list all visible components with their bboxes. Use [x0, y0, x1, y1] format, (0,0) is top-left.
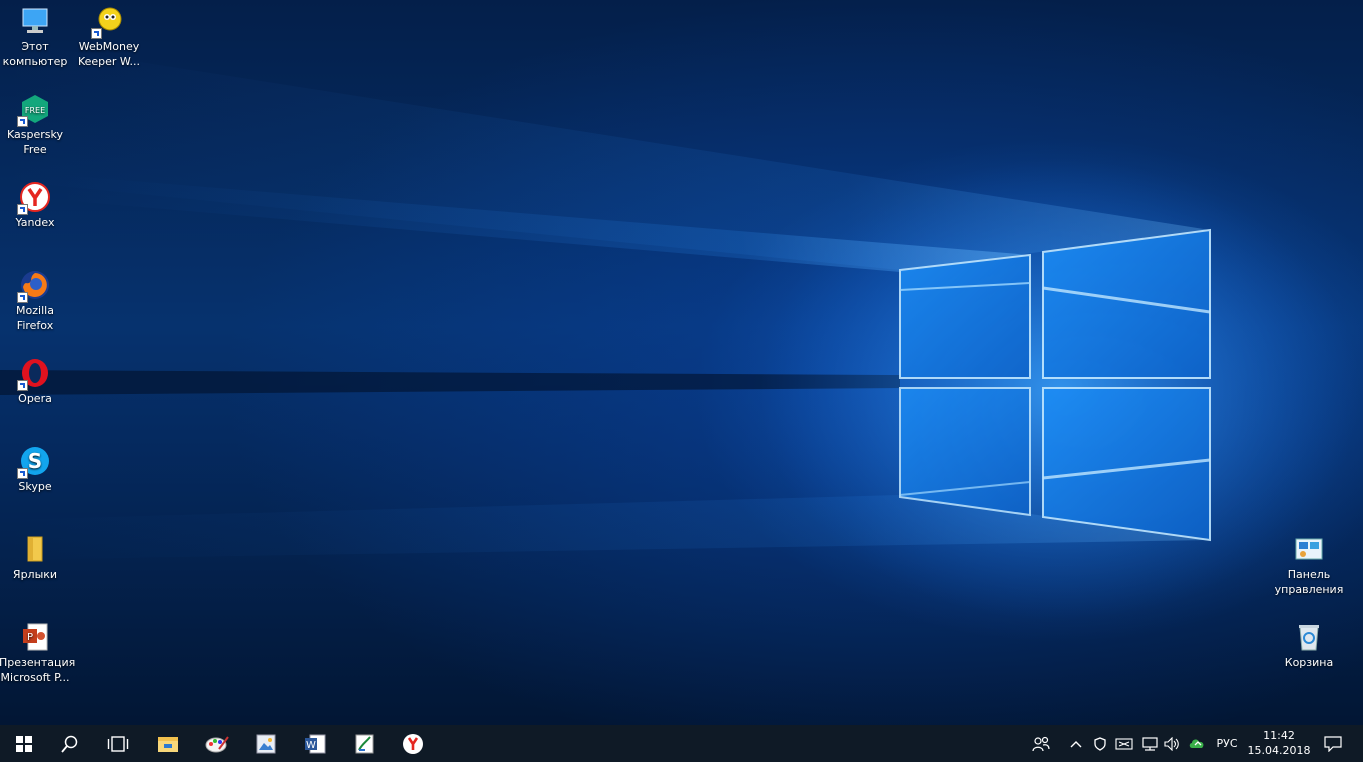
desktop-icon-recycle-bin[interactable]: Корзина — [1273, 621, 1345, 670]
language-label: РУС — [1216, 737, 1238, 750]
network-icon — [1142, 736, 1158, 751]
taskbar-word[interactable]: W — [291, 725, 339, 762]
desktop-icon-kaspersky[interactable]: FREE Kaspersky Free — [0, 93, 71, 157]
desktop-icon-this-pc[interactable]: Этот компьютер — [0, 5, 71, 69]
folder-icon — [19, 533, 51, 565]
taskbar: W РУС 11:42 15.04.2018 — [0, 725, 1363, 762]
taskbar-paint[interactable] — [193, 725, 241, 762]
language-indicator[interactable]: РУС — [1211, 725, 1243, 762]
show-hidden-icons-button[interactable] — [1066, 725, 1086, 762]
app-icon — [355, 734, 374, 753]
desktop-icon-yandex[interactable]: Yandex — [0, 181, 71, 230]
shortcut-arrow-icon — [17, 116, 28, 127]
svg-text:W: W — [306, 740, 316, 751]
people-button[interactable] — [1030, 725, 1052, 762]
desktop-wallpaper — [0, 0, 1363, 725]
volume-tray-button[interactable] — [1162, 725, 1182, 762]
shortcut-arrow-icon — [17, 204, 28, 215]
action-center-button[interactable] — [1318, 725, 1348, 762]
yandex-browser-icon — [17, 181, 51, 215]
opera-icon — [17, 357, 51, 391]
photos-icon — [256, 734, 276, 753]
desktop-icon-opera[interactable]: Opera — [0, 357, 71, 406]
input-indicator-button[interactable] — [1113, 725, 1135, 762]
taskbar-photos[interactable] — [242, 725, 290, 762]
skype-icon: S — [17, 445, 51, 479]
paint-icon — [205, 735, 229, 752]
word-icon: W — [305, 734, 326, 753]
shortcut-arrow-icon — [91, 28, 102, 39]
desktop-icon-presentation[interactable]: P Презентация Microsoft P... — [0, 621, 75, 685]
kaspersky-icon: FREE — [17, 93, 51, 127]
shortcut-arrow-icon — [17, 468, 28, 479]
clock-date: 15.04.2018 — [1247, 744, 1311, 757]
webmoney-icon — [91, 5, 125, 39]
clock-time: 11:42 — [1263, 729, 1295, 742]
svg-text:P: P — [27, 632, 33, 643]
clock[interactable]: 11:42 15.04.2018 — [1246, 728, 1312, 758]
desktop-icon-folder[interactable]: Ярлыки — [0, 533, 71, 582]
speaker-icon — [1164, 736, 1179, 751]
svg-text:S: S — [28, 449, 42, 473]
network-tray-button[interactable] — [1139, 725, 1161, 762]
firefox-icon — [17, 269, 51, 303]
windows-logo-wallpaper — [0, 40, 1360, 620]
taskbar-file-explorer[interactable] — [144, 725, 192, 762]
shortcut-arrow-icon — [17, 292, 28, 303]
control-panel-icon — [1293, 533, 1325, 565]
desktop-icon-control-panel[interactable]: Панель управления — [1273, 533, 1345, 597]
file-explorer-icon — [158, 736, 178, 752]
sync-tray-button[interactable] — [1186, 725, 1208, 762]
desktop-icon-skype[interactable]: S Skype — [0, 445, 71, 494]
task-view-button[interactable] — [94, 725, 142, 762]
desktop-icon-firefox[interactable]: Mozilla Firefox — [0, 269, 71, 333]
start-button[interactable] — [0, 725, 48, 762]
search-button[interactable] — [46, 725, 94, 762]
this-pc-icon — [19, 5, 51, 37]
keyboard-icon — [1115, 737, 1133, 750]
people-icon — [1032, 736, 1050, 751]
cloud-sync-icon — [1189, 738, 1204, 748]
start-icon — [16, 735, 32, 752]
notification-icon — [1324, 735, 1342, 752]
taskbar-app[interactable] — [340, 725, 388, 762]
search-icon — [61, 735, 78, 753]
security-tray-button[interactable] — [1090, 725, 1110, 762]
yandex-browser-icon — [403, 733, 423, 754]
recycle-bin-icon — [1293, 621, 1325, 653]
taskbar-yandex-browser[interactable] — [389, 725, 437, 762]
shortcut-arrow-icon — [17, 380, 28, 391]
svg-text:FREE: FREE — [25, 106, 45, 115]
shield-icon — [1094, 736, 1106, 751]
task-view-icon — [107, 735, 129, 752]
powerpoint-file-icon: P — [19, 621, 51, 653]
chevron-up-icon — [1070, 740, 1082, 747]
desktop-icon-webmoney[interactable]: WebMoney Keeper W... — [73, 5, 145, 69]
